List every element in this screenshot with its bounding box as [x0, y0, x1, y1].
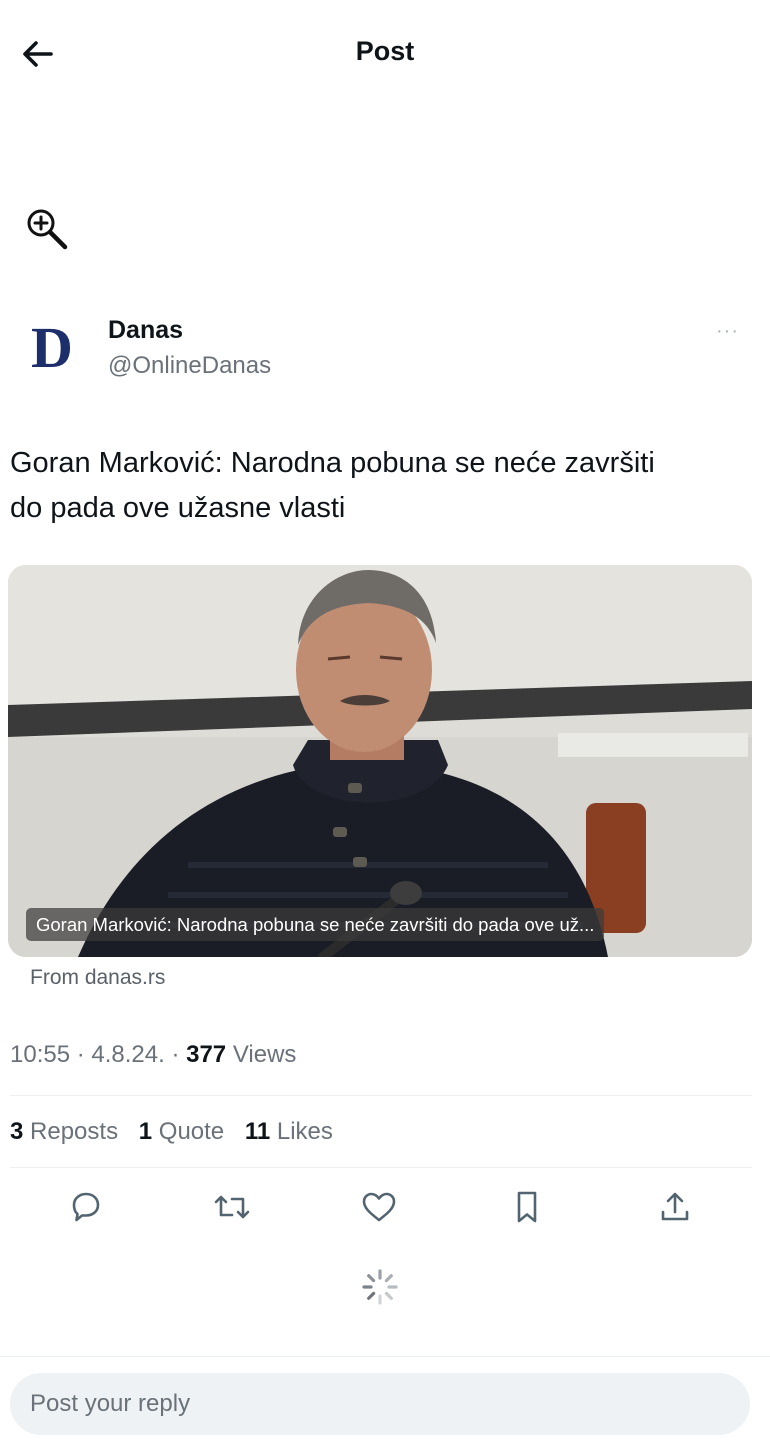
- reposts-stat[interactable]: 3 Reposts: [10, 1118, 118, 1145]
- author-handle[interactable]: @OnlineDanas: [108, 352, 271, 380]
- post-meta: 10:55 · 4.8.24. · 377 Views: [10, 1041, 296, 1069]
- avatar[interactable]: D: [10, 312, 94, 382]
- page-title: Post: [355, 36, 415, 66]
- link-card[interactable]: Goran Marković: Narodna pobuna se neće z…: [8, 565, 752, 957]
- bookmark-button[interactable]: [505, 1185, 549, 1229]
- comment-icon: [72, 1192, 100, 1222]
- repost-button[interactable]: [210, 1185, 254, 1229]
- post-timestamp: 10:55 · 4.8.24. ·: [10, 1041, 187, 1068]
- divider: [10, 1167, 752, 1168]
- top-bar: Post: [0, 0, 770, 100]
- author-name[interactable]: Danas: [108, 316, 183, 345]
- views-count: 377: [186, 1041, 227, 1068]
- divider: [0, 1356, 770, 1357]
- reply-bar: [10, 1373, 750, 1435]
- post-text: Goran Marković: Narodna pobuna se neće z…: [10, 441, 750, 531]
- quotes-count: 1: [138, 1118, 153, 1145]
- reply-input[interactable]: [10, 1373, 750, 1435]
- share-icon: [661, 1192, 689, 1221]
- post-text-line: do pada ove užasne vlasti: [10, 492, 346, 524]
- post-text-line: Goran Marković: Narodna pobuna se neće z…: [10, 447, 655, 479]
- likes-label: Likes: [270, 1118, 333, 1145]
- like-button[interactable]: [357, 1185, 401, 1229]
- repost-icon: [214, 1195, 250, 1219]
- quotes-stat[interactable]: 1 Quote: [139, 1118, 224, 1145]
- reposts-label: Reposts: [23, 1118, 119, 1145]
- views-label: Views: [226, 1041, 297, 1068]
- card-source-link[interactable]: From danas.rs: [30, 966, 165, 990]
- heart-icon: [362, 1192, 396, 1222]
- reply-button[interactable]: [64, 1185, 108, 1229]
- quotes-label: Quote: [152, 1118, 225, 1145]
- zoom-in-icon[interactable]: [24, 206, 70, 252]
- divider: [10, 1095, 752, 1096]
- loading-spinner-icon: [361, 1268, 399, 1306]
- likes-stat[interactable]: 11 Likes: [245, 1118, 333, 1145]
- reposts-count: 3: [10, 1118, 24, 1145]
- engagement-stats: 3 Reposts 1 Quote 11 Likes: [10, 1118, 347, 1146]
- bookmark-icon: [517, 1191, 537, 1223]
- action-bar: [0, 1185, 770, 1235]
- post-author: D Danas @OnlineDanas ···: [0, 300, 770, 400]
- card-thumbnail-image: [8, 565, 752, 957]
- card-caption: Goran Marković: Narodna pobuna se neće z…: [26, 908, 605, 941]
- likes-count: 11: [244, 1118, 271, 1145]
- more-options-button[interactable]: ···: [716, 320, 739, 343]
- share-button[interactable]: [653, 1185, 697, 1229]
